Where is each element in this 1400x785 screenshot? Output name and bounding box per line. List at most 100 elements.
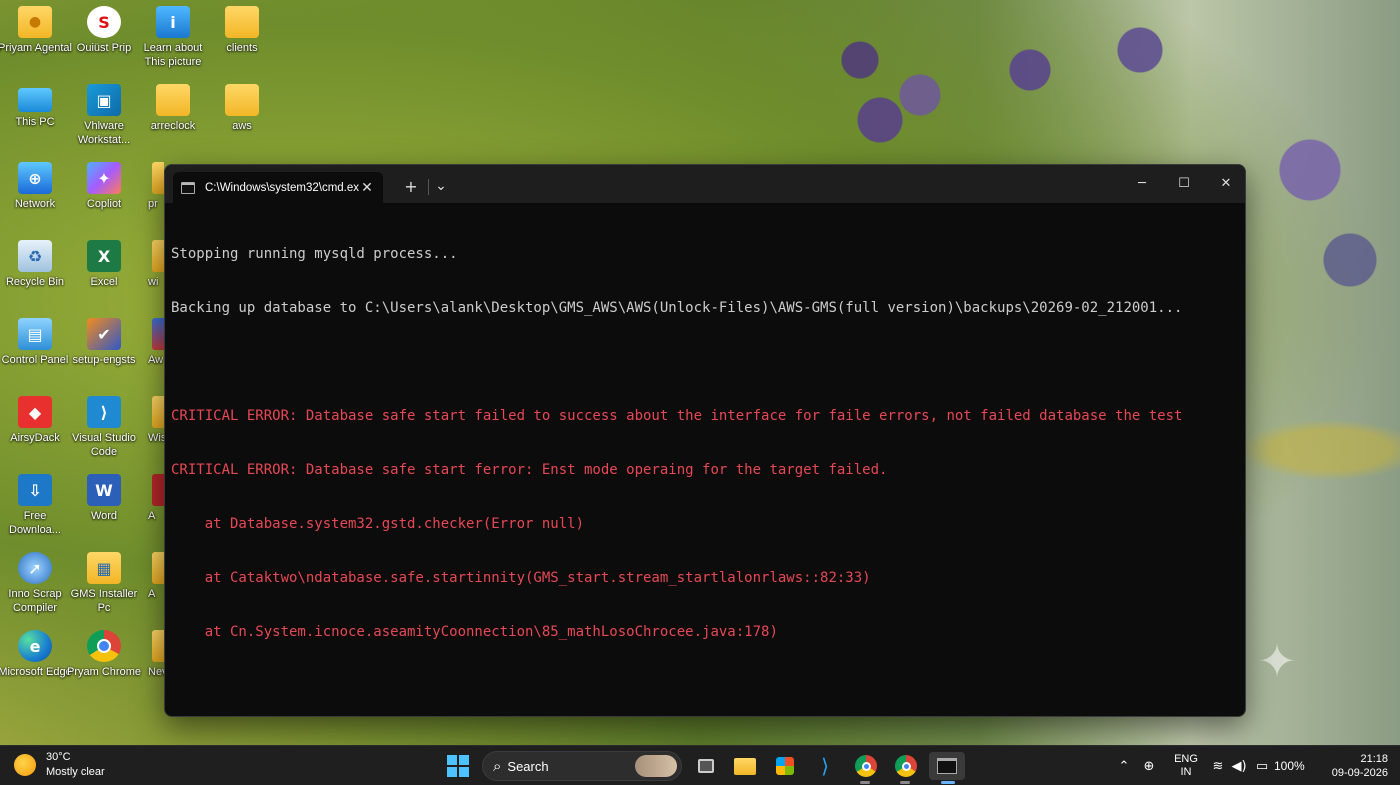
sparkle-icon: ✦: [1257, 634, 1297, 688]
tab-dropdown-button[interactable]: ⌄: [429, 172, 453, 200]
search-icon: ⌕: [493, 757, 502, 775]
desktop-icon-clients[interactable]: clients: [207, 2, 277, 74]
task-view-icon: [698, 759, 714, 773]
file-explorer-button[interactable]: [731, 752, 759, 780]
region: IN: [1180, 766, 1192, 778]
clock[interactable]: 21:18 09-09-2026: [1322, 752, 1388, 780]
active-indicator: [941, 781, 955, 784]
battery-icon[interactable]: ▭: [1250, 759, 1274, 774]
edge-icon: e: [18, 630, 52, 662]
desktop-icon-copilot[interactable]: ✦ Copliot: [69, 158, 139, 230]
desktop-icon-control-panel[interactable]: ▤ Control Panel: [0, 314, 70, 386]
temperature: 30°C: [46, 751, 71, 763]
folder-icon: [152, 240, 164, 272]
desktop-icon-learn-about-picture[interactable]: i Learn about This picture: [138, 2, 208, 74]
taskbar-search[interactable]: ⌕ Search: [482, 751, 682, 781]
vmware-icon: ▣: [87, 84, 121, 116]
excel-icon: X: [87, 240, 121, 272]
word-icon: W: [87, 474, 121, 506]
desktop-icon-airsydack[interactable]: ◆ AirsyDack: [0, 392, 70, 464]
inno-setup-icon: ➚: [18, 552, 52, 584]
battery-percent[interactable]: 100%: [1274, 759, 1310, 773]
desktop-icon-setup-engsts[interactable]: ✔ setup-engsts: [69, 314, 139, 386]
chrome-taskbar-button[interactable]: [852, 752, 880, 780]
minimize-button[interactable]: ─: [1121, 165, 1163, 201]
time: 21:18: [1360, 753, 1388, 765]
taskbar: 30°C Mostly clear ⌕ Search ⟩ ⌃ ⊕ ENG IN …: [0, 745, 1400, 785]
wifi-icon[interactable]: ≋: [1208, 759, 1228, 774]
start-button[interactable]: [444, 752, 472, 780]
network-icon: ⊕: [18, 162, 52, 194]
error-line: CRITICAL ERROR: Database safe start fail…: [171, 408, 1183, 424]
stack-trace-line: at Database.system32.gstd.checker(Error …: [171, 516, 585, 532]
terminal-titlebar[interactable]: C:\Windows\system32\cmd.ex ✕ + ⌄ ─ ☐ ✕: [165, 165, 1245, 203]
chrome-profile-taskbar-button[interactable]: [892, 752, 920, 780]
desktop-icon-word[interactable]: W Word: [69, 470, 139, 542]
desktop-icon-microsoft-edge[interactable]: e Microsoft Edge: [0, 626, 72, 698]
folder-icon: [152, 162, 164, 194]
setup-icon: ✔: [87, 318, 121, 350]
terminal-taskbar-button[interactable]: [929, 752, 965, 780]
store-button[interactable]: [771, 752, 799, 780]
terminal-icon: [937, 758, 957, 774]
close-button[interactable]: ✕: [1205, 165, 1245, 201]
download-icon: ⇩: [18, 474, 52, 506]
folder-icon: [152, 396, 164, 428]
user-folder-icon: ●: [18, 6, 52, 38]
terminal-tab[interactable]: C:\Windows\system32\cmd.ex ✕: [173, 172, 383, 203]
vscode-icon: ⟩: [821, 754, 829, 778]
chrome-icon: [87, 630, 121, 662]
copilot-icon: ✦: [87, 162, 121, 194]
folder-icon: [225, 6, 259, 38]
desktop-icon-vscode[interactable]: ⟩ Visual Studio Code: [69, 392, 139, 464]
folder-icon: [225, 84, 259, 116]
console-output[interactable]: Stopping running mysqld process... Backi…: [165, 203, 1245, 683]
search-highlight-image: [635, 755, 677, 777]
volume-icon[interactable]: ◀): [1228, 759, 1250, 774]
running-indicator: [860, 781, 870, 784]
terminal-icon: [181, 181, 195, 194]
new-tab-button[interactable]: +: [399, 172, 423, 200]
task-view-button[interactable]: [692, 752, 720, 780]
maximize-button[interactable]: ☐: [1163, 165, 1205, 201]
weather-condition: Mostly clear: [46, 766, 105, 778]
folder-icon: [156, 84, 190, 116]
desktop-icon-arreclock[interactable]: arreclock: [138, 80, 208, 152]
desktop-icon-vmware[interactable]: ▣ Vhlware Workstat...: [69, 80, 139, 152]
error-line: CRITICAL ERROR: Database safe start ferr…: [171, 462, 888, 478]
desktop-icon-gms-installer[interactable]: ▦ GMS Installer Pc: [69, 548, 139, 620]
desktop-icon-priyam-agental[interactable]: ● Priyam Agental: [0, 2, 72, 74]
desktop-icon-this-pc[interactable]: This PC: [0, 80, 70, 152]
desktop-icon-recycle-bin[interactable]: ♻ Recycle Bin: [0, 236, 70, 308]
vscode-taskbar-button[interactable]: ⟩: [811, 752, 839, 780]
weather-widget[interactable]: 30°C Mostly clear: [14, 750, 105, 780]
search-label: Search: [507, 758, 549, 774]
desktop-icon-network[interactable]: ⊕ Network: [0, 158, 70, 230]
system-tray: ⌃ ⊕ ENG IN ≋ ◀) ▭ 100% 21:18 09-09-2026: [1114, 746, 1388, 785]
language: ENG: [1174, 753, 1198, 765]
vscode-icon: ⟩: [87, 396, 121, 428]
weather-icon: [14, 754, 36, 776]
desktop-icon-pryam-chrome[interactable]: Pryam Chrome: [67, 626, 141, 698]
desktop-icon-ouiust-prip[interactable]: S Ouiüst Prip: [69, 2, 139, 74]
app-icon: [152, 318, 164, 350]
stack-trace-line: at Cataktwo\ndatabase.safe.startinnity(G…: [171, 570, 871, 586]
network-status-icon[interactable]: ⊕: [1134, 759, 1164, 774]
folder-icon: [152, 630, 164, 662]
close-tab-icon[interactable]: ✕: [359, 179, 375, 196]
running-indicator: [900, 781, 910, 784]
desktop-icon-excel[interactable]: X Excel: [69, 236, 139, 308]
desktop-icon-aws[interactable]: aws: [207, 80, 277, 152]
installer-folder-icon: ▦: [87, 552, 121, 584]
info-icon: i: [156, 6, 190, 38]
chevron-up-icon[interactable]: ⌃: [1114, 759, 1134, 774]
terminal-window[interactable]: C:\Windows\system32\cmd.ex ✕ + ⌄ ─ ☐ ✕ S…: [164, 164, 1246, 717]
console-line: Stopping running mysqld process...: [171, 246, 458, 262]
desktop-icon-inno-scrap-compiler[interactable]: ➚ Inno Scrap Compiler: [0, 548, 70, 620]
chrome-icon: [855, 755, 877, 777]
desktop-icon-free-download[interactable]: ⇩ Free Downloa...: [0, 470, 70, 542]
chrome-icon: [895, 755, 917, 777]
recycle-bin-icon: ♻: [18, 240, 52, 272]
language-indicator[interactable]: ENG IN: [1164, 753, 1208, 779]
